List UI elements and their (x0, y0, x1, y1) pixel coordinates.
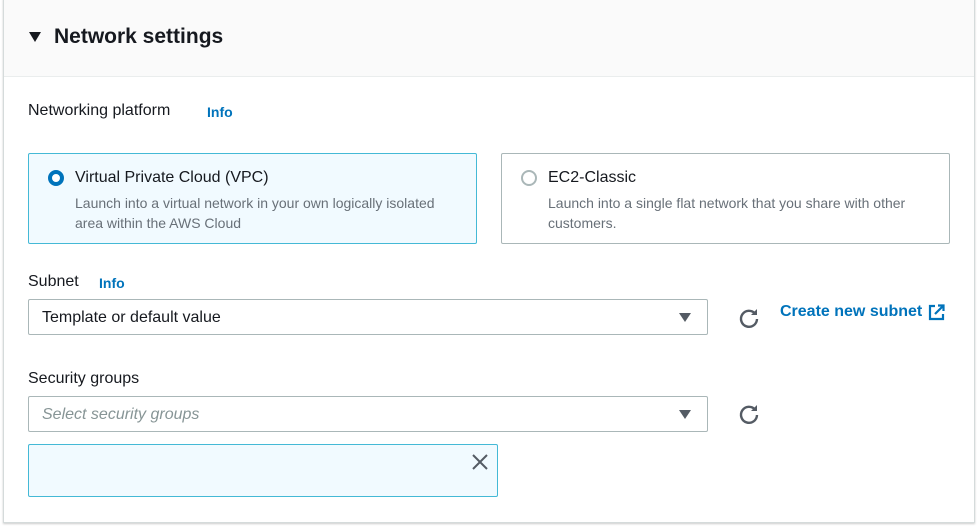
networking-platform-info-link[interactable]: Info (207, 104, 233, 120)
subnet-value: Template or default value (42, 309, 221, 326)
subnet-label: Subnet (28, 273, 79, 290)
option-vpc-title: Virtual Private Cloud (VPC) (75, 169, 269, 186)
option-vpc-description: Launch into a virtual network in your ow… (75, 195, 435, 231)
external-link-icon (929, 303, 945, 320)
radio-vpc[interactable] (48, 170, 64, 186)
caret-down-icon (679, 313, 691, 322)
collapse-caret-icon[interactable] (29, 32, 41, 42)
section-header[interactable]: Network settings (4, 0, 974, 77)
close-icon[interactable] (471, 453, 489, 471)
create-new-subnet-text: Create new subnet (780, 303, 923, 320)
section-title: Network settings (54, 25, 224, 48)
security-groups-label: Security groups (28, 370, 140, 387)
subnet-select[interactable]: Template or default value (28, 299, 708, 335)
refresh-security-groups-icon[interactable] (738, 403, 760, 425)
option-ec2-classic-title: EC2-Classic (548, 169, 637, 186)
radio-ec2-classic[interactable] (521, 170, 537, 186)
caret-down-icon (679, 410, 691, 419)
option-ec2-classic[interactable]: EC2-Classic Launch into a single flat ne… (501, 153, 950, 244)
option-ec2-classic-description: Launch into a single flat network that y… (548, 195, 906, 231)
security-groups-select[interactable]: Select security groups (28, 396, 708, 432)
security-groups-placeholder: Select security groups (42, 406, 200, 423)
create-new-subnet-link[interactable]: Create new subnet (780, 303, 945, 321)
refresh-subnet-icon[interactable] (738, 307, 760, 329)
selected-security-groups-box (28, 444, 498, 497)
networking-platform-label: Networking platform (28, 102, 171, 119)
subnet-info-link[interactable]: Info (99, 275, 125, 291)
option-vpc[interactable]: Virtual Private Cloud (VPC) Launch into … (28, 153, 477, 244)
